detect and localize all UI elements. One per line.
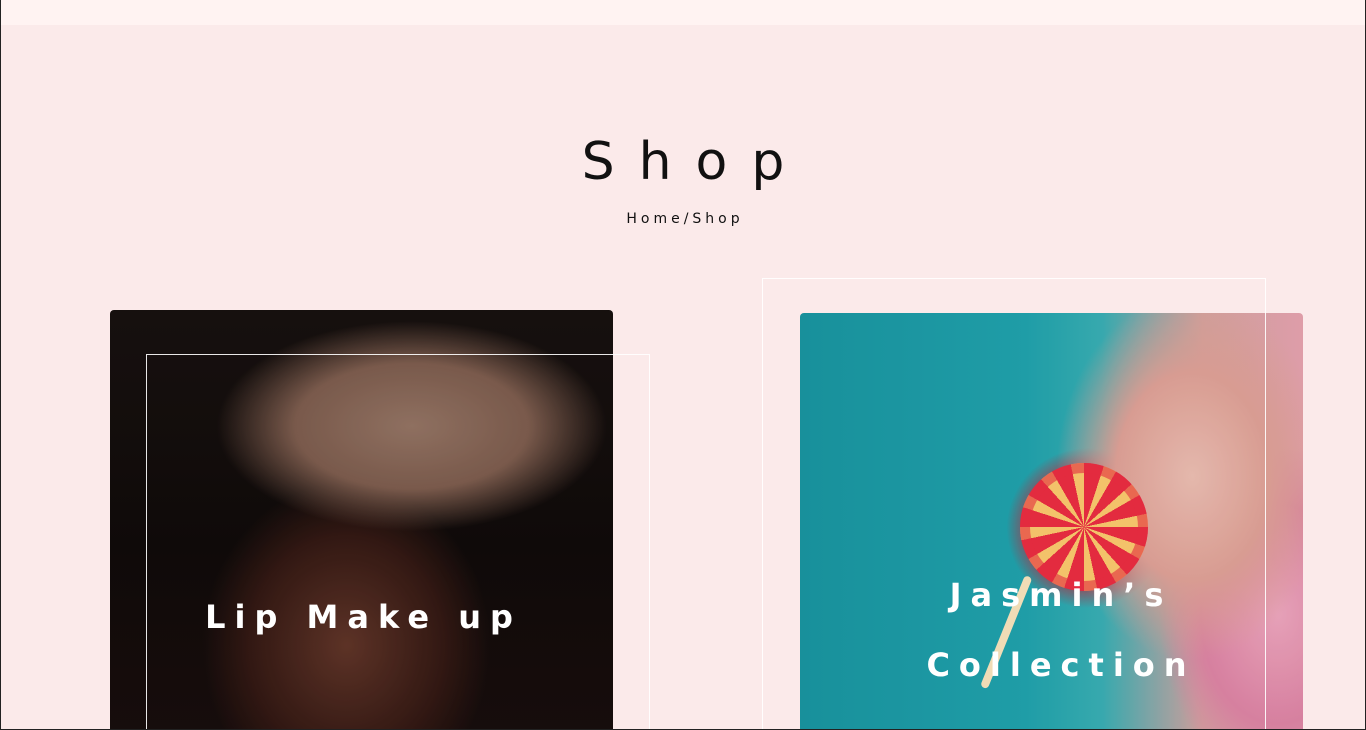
breadcrumb: Home/Shop bbox=[1, 211, 1365, 227]
shop-page: Shop Home/Shop Lip Make up Jasmin’s Coll… bbox=[0, 0, 1366, 730]
breadcrumb-current: Shop bbox=[692, 211, 744, 227]
lip-makeup-image bbox=[110, 310, 613, 729]
jasmins-collection-title-line1: Jasmin’s bbox=[949, 576, 1173, 614]
top-bar bbox=[1, 0, 1365, 25]
jasmins-collection-title-line2: Collection bbox=[926, 646, 1196, 684]
jasmins-collection-title[interactable]: Jasmin’s Collection bbox=[906, 560, 1216, 700]
breadcrumb-home-link[interactable]: Home bbox=[626, 211, 683, 227]
page-title: Shop bbox=[581, 132, 809, 192]
lip-makeup-title[interactable]: Lip Make up bbox=[146, 598, 581, 636]
lip-makeup-card[interactable] bbox=[110, 310, 613, 729]
